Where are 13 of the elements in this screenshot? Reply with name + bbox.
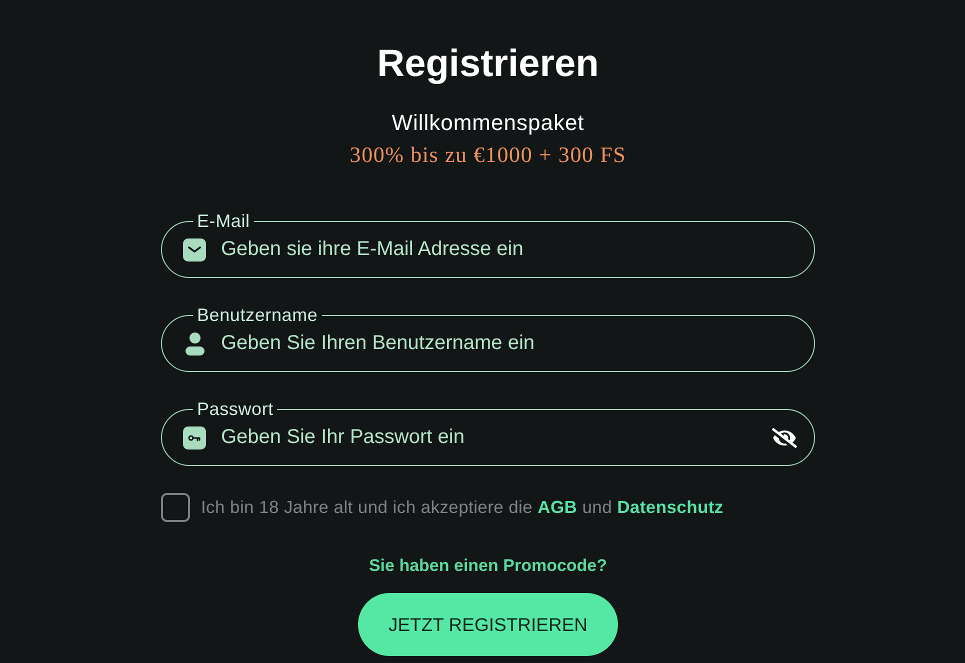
terms-link[interactable]: AGB (538, 497, 578, 518)
user-icon (185, 332, 205, 355)
eye-slash-icon[interactable] (772, 428, 797, 448)
welcome-heading: Willkommenspaket (392, 110, 584, 136)
envelope-icon (183, 238, 206, 261)
key-icon (183, 426, 206, 449)
terms-link[interactable]: Datenschutz (617, 497, 724, 518)
register-button[interactable]: JETZT REGISTRIEREN (358, 593, 618, 656)
page-title: Registrieren (377, 42, 599, 87)
promocode-link[interactable]: Sie haben einen Promocode? (368, 555, 608, 577)
checkbox[interactable] (161, 493, 190, 522)
consent-text: Ich bin 18 Jahre alt und ich akzeptiere die AGB und Datenschutz (201, 496, 724, 520)
bonus-offer: 300% bis zu €1000 + 300 FS (350, 141, 626, 169)
